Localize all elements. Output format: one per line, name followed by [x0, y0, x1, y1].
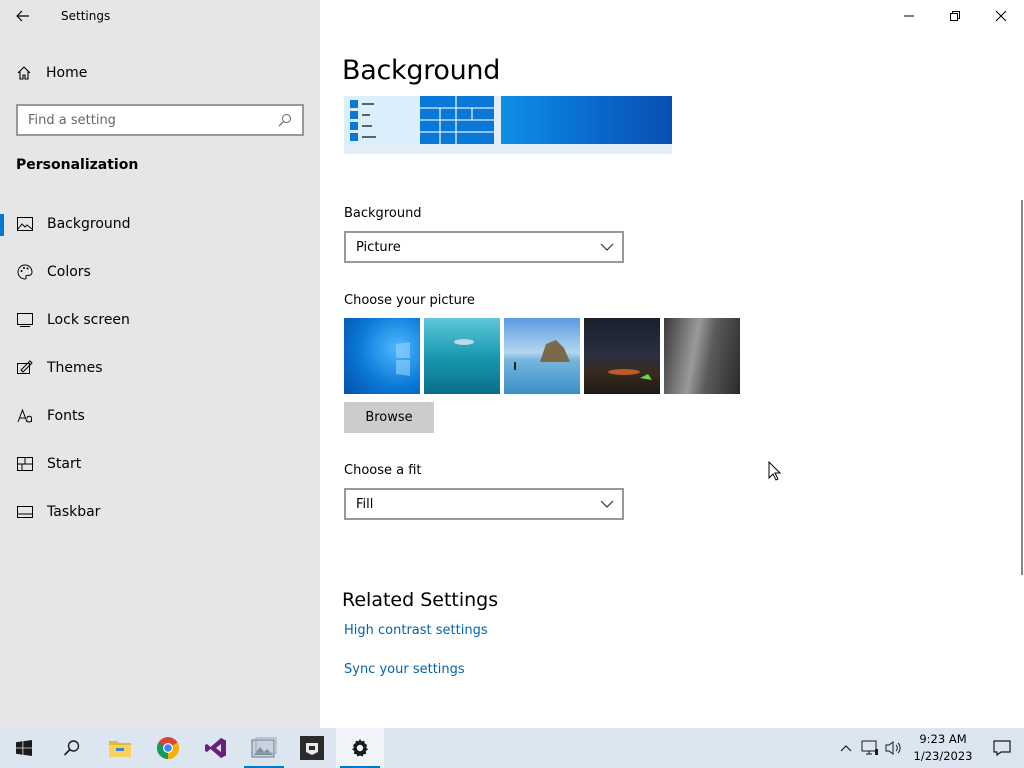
home-nav-item[interactable]: Home: [16, 60, 87, 86]
notification-icon: [993, 740, 1011, 756]
system-tray: 9:23 AM 1/23/2023: [834, 728, 1024, 768]
app-title: Settings: [61, 9, 111, 23]
picture-gallery: [344, 318, 740, 394]
scrollbar[interactable]: [1021, 200, 1023, 575]
background-dropdown[interactable]: Picture: [344, 231, 624, 263]
page-title: Background: [342, 55, 501, 86]
taskbar-chrome[interactable]: [144, 728, 192, 768]
preview-tiles: [420, 96, 494, 144]
picture-thumbnail-night-sky[interactable]: [584, 318, 660, 394]
sidebar-item-label: Colors: [47, 264, 91, 280]
file-explorer-icon: [109, 741, 131, 757]
settings-gear-icon: [352, 739, 368, 757]
sidebar: Settings Home Personalization Background…: [0, 0, 320, 728]
sidebar-item-label: Start: [47, 456, 82, 472]
taskbar-visual-studio[interactable]: [192, 728, 240, 768]
taskbar-icon: [17, 504, 33, 520]
search-box[interactable]: [16, 104, 304, 136]
home-label: Home: [46, 65, 88, 81]
taskbar-settings[interactable]: [336, 728, 384, 768]
start-button[interactable]: [0, 728, 48, 768]
restore-button[interactable]: [932, 0, 978, 32]
action-center-button[interactable]: [980, 728, 1024, 768]
browse-button[interactable]: Browse: [344, 402, 434, 433]
taskbar-search-button[interactable]: [48, 728, 96, 768]
lock-screen-icon: [17, 312, 33, 328]
sidebar-item-lock-screen[interactable]: Lock screen: [0, 296, 320, 344]
sidebar-item-label: Fonts: [47, 408, 85, 424]
volume-button[interactable]: [882, 728, 906, 768]
related-settings-title: Related Settings: [342, 589, 499, 611]
close-button[interactable]: [978, 0, 1024, 32]
fit-label: Choose a fit: [344, 463, 422, 478]
back-arrow-icon: [16, 10, 29, 22]
windows-logo-icon: [16, 740, 32, 756]
picture-thumbnail-underwater[interactable]: [424, 318, 500, 394]
background-value: Picture: [356, 239, 401, 255]
theme-preview: [344, 96, 672, 154]
mouse-cursor-icon: [768, 461, 782, 481]
background-label: Background: [344, 206, 422, 221]
sidebar-item-fonts[interactable]: Fonts: [0, 392, 320, 440]
choose-picture-label: Choose your picture: [344, 293, 475, 308]
sidebar-item-label: Themes: [47, 360, 103, 376]
window-controls: [886, 0, 1024, 32]
taskbar-app[interactable]: [288, 728, 336, 768]
sidebar-item-taskbar[interactable]: Taskbar: [0, 488, 320, 536]
fit-value: Fill: [356, 496, 374, 512]
sidebar-item-label: Taskbar: [47, 504, 101, 520]
taskbar-photos[interactable]: [240, 728, 288, 768]
speaker-icon: [885, 741, 901, 755]
minimize-icon: [904, 15, 914, 17]
network-button[interactable]: [858, 728, 882, 768]
photos-icon: [251, 737, 277, 758]
taskbar-file-explorer[interactable]: [96, 728, 144, 768]
start-icon: [17, 456, 33, 472]
preview-desktop: [501, 96, 672, 144]
search-icon: [63, 740, 80, 756]
picture-thumbnail-rock[interactable]: [664, 318, 740, 394]
sidebar-item-background[interactable]: Background: [0, 200, 320, 248]
palette-icon: [17, 264, 33, 280]
picture-thumbnail-windows[interactable]: [344, 318, 420, 394]
app-icon: [300, 736, 324, 760]
chevron-down-icon: [600, 243, 614, 251]
search-icon: [278, 114, 291, 127]
network-icon: [861, 740, 878, 755]
chevron-down-icon: [600, 500, 614, 508]
show-hidden-icons-button[interactable]: [834, 728, 858, 768]
fit-dropdown[interactable]: Fill: [344, 488, 624, 520]
clock[interactable]: 9:23 AM 1/23/2023: [906, 731, 980, 765]
clock-date: 1/23/2023: [913, 749, 973, 763]
sidebar-item-themes[interactable]: Themes: [0, 344, 320, 392]
preview-start-menu: [344, 96, 418, 144]
sidebar-item-label: Lock screen: [47, 312, 130, 328]
section-title: Personalization: [16, 157, 139, 173]
sync-settings-link[interactable]: Sync your settings: [344, 662, 465, 677]
picture-icon: [17, 216, 33, 232]
title-bar: Settings: [0, 0, 320, 32]
high-contrast-link[interactable]: High contrast settings: [344, 623, 488, 638]
clock-time: 9:23 AM: [919, 732, 967, 746]
sidebar-item-start[interactable]: Start: [0, 440, 320, 488]
taskbar: 9:23 AM 1/23/2023: [0, 728, 1024, 768]
home-icon: [17, 66, 31, 80]
fonts-icon: [17, 408, 33, 424]
visual-studio-icon: [205, 738, 226, 758]
restore-icon: [950, 11, 960, 21]
nav-list: Background Colors Lock screen Themes Fon…: [0, 200, 320, 536]
sidebar-item-label: Background: [47, 216, 131, 232]
minimize-button[interactable]: [886, 0, 932, 32]
search-input[interactable]: [28, 112, 278, 128]
themes-icon: [17, 360, 33, 376]
chrome-icon: [157, 737, 179, 759]
chevron-up-icon: [840, 745, 852, 752]
back-button[interactable]: [0, 0, 46, 32]
close-icon: [995, 10, 1007, 22]
sidebar-item-colors[interactable]: Colors: [0, 248, 320, 296]
picture-thumbnail-beach[interactable]: [504, 318, 580, 394]
